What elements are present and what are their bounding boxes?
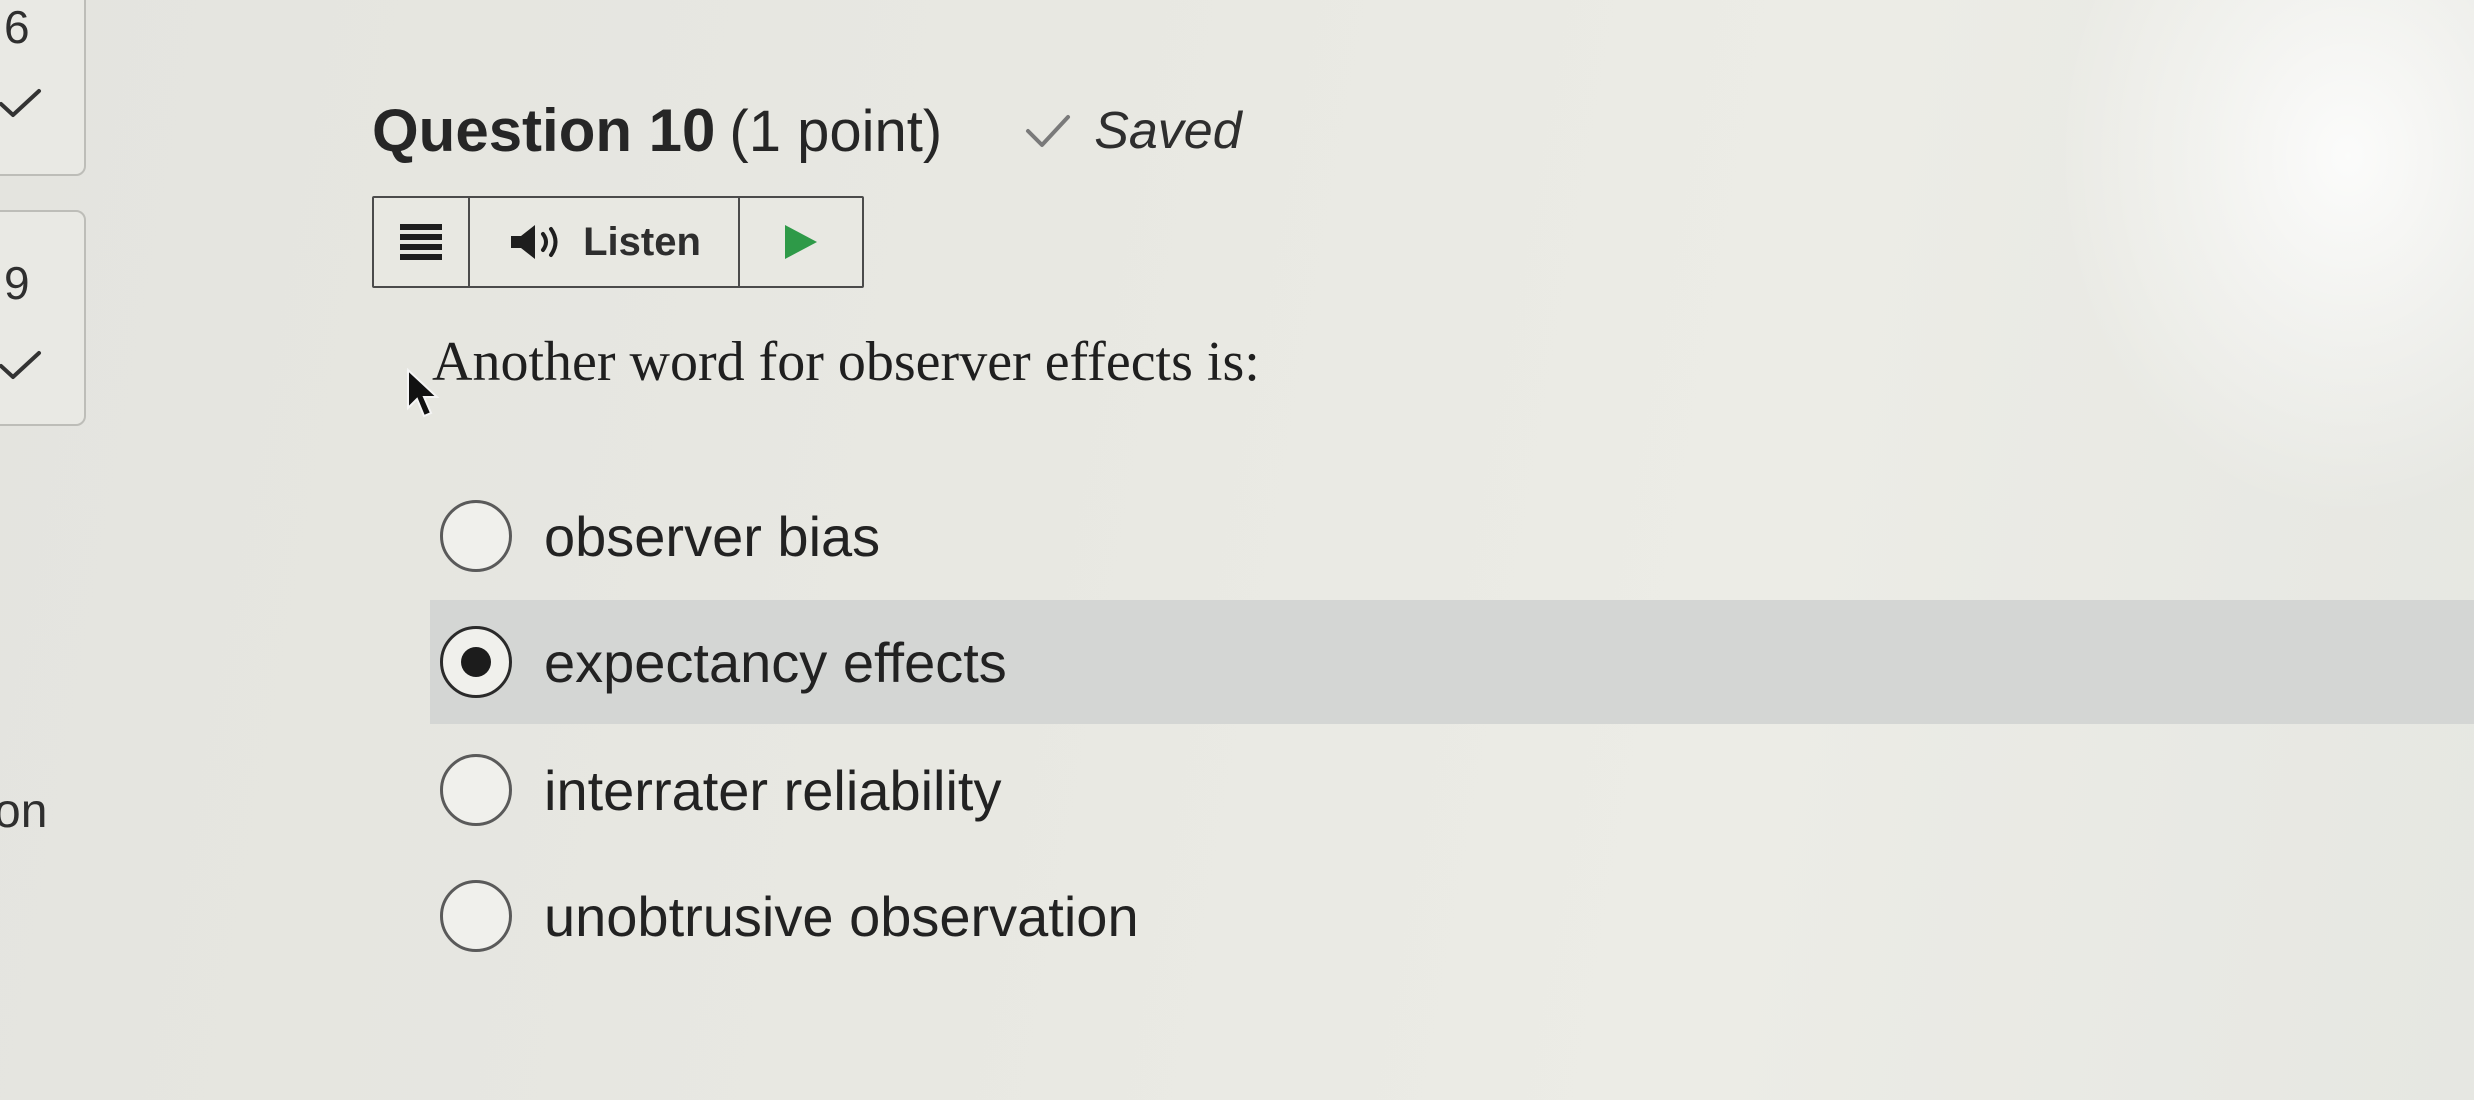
nav-question-6[interactable]: 6 xyxy=(0,0,86,176)
listen-label: Listen xyxy=(583,219,701,264)
question-prompt: Another word for observer effects is: xyxy=(432,331,1260,393)
radio-selected-dot xyxy=(461,647,491,677)
question-header: Question 10 (1 point) Saved xyxy=(372,96,1242,165)
answer-option[interactable]: interrater reliability xyxy=(430,728,1002,852)
nav-question-number: 9 xyxy=(4,257,30,309)
saved-status: Saved xyxy=(1024,101,1242,161)
read-aloud-toolbar: Listen xyxy=(372,196,864,288)
saved-label: Saved xyxy=(1094,102,1242,160)
answer-option-label: interrater reliability xyxy=(544,758,1002,822)
saved-check-icon xyxy=(1026,115,1071,147)
answer-option-label: expectancy effects xyxy=(544,630,1007,694)
listen-button[interactable]: Listen xyxy=(470,198,740,286)
nav-question-9[interactable]: 9 xyxy=(0,210,86,426)
answered-check-icon xyxy=(0,88,42,118)
answer-option[interactable]: observer bias xyxy=(430,474,880,598)
answer-option[interactable]: unobtrusive observation xyxy=(430,854,1139,978)
menu-icon xyxy=(400,224,442,260)
screen-glare xyxy=(2054,0,2474,520)
read-aloud-menu-button[interactable] xyxy=(374,198,470,286)
speaker-icon xyxy=(511,225,558,259)
question-points: (1 point) xyxy=(729,99,943,164)
answer-option-label: unobtrusive observation xyxy=(544,884,1139,948)
radio-button[interactable] xyxy=(440,500,512,572)
nav-side-label: on xyxy=(0,785,48,838)
play-button[interactable] xyxy=(740,198,862,286)
radio-button[interactable] xyxy=(440,880,512,952)
radio-button-checked[interactable] xyxy=(440,626,512,698)
answer-option-label: observer bias xyxy=(544,504,881,568)
answer-option-selected[interactable]: expectancy effects xyxy=(430,600,2474,724)
answered-check-icon xyxy=(0,350,42,380)
radio-button[interactable] xyxy=(440,754,512,826)
play-icon xyxy=(785,225,817,259)
nav-question-number: 6 xyxy=(4,1,30,53)
question-title: Question 10 xyxy=(372,97,716,164)
